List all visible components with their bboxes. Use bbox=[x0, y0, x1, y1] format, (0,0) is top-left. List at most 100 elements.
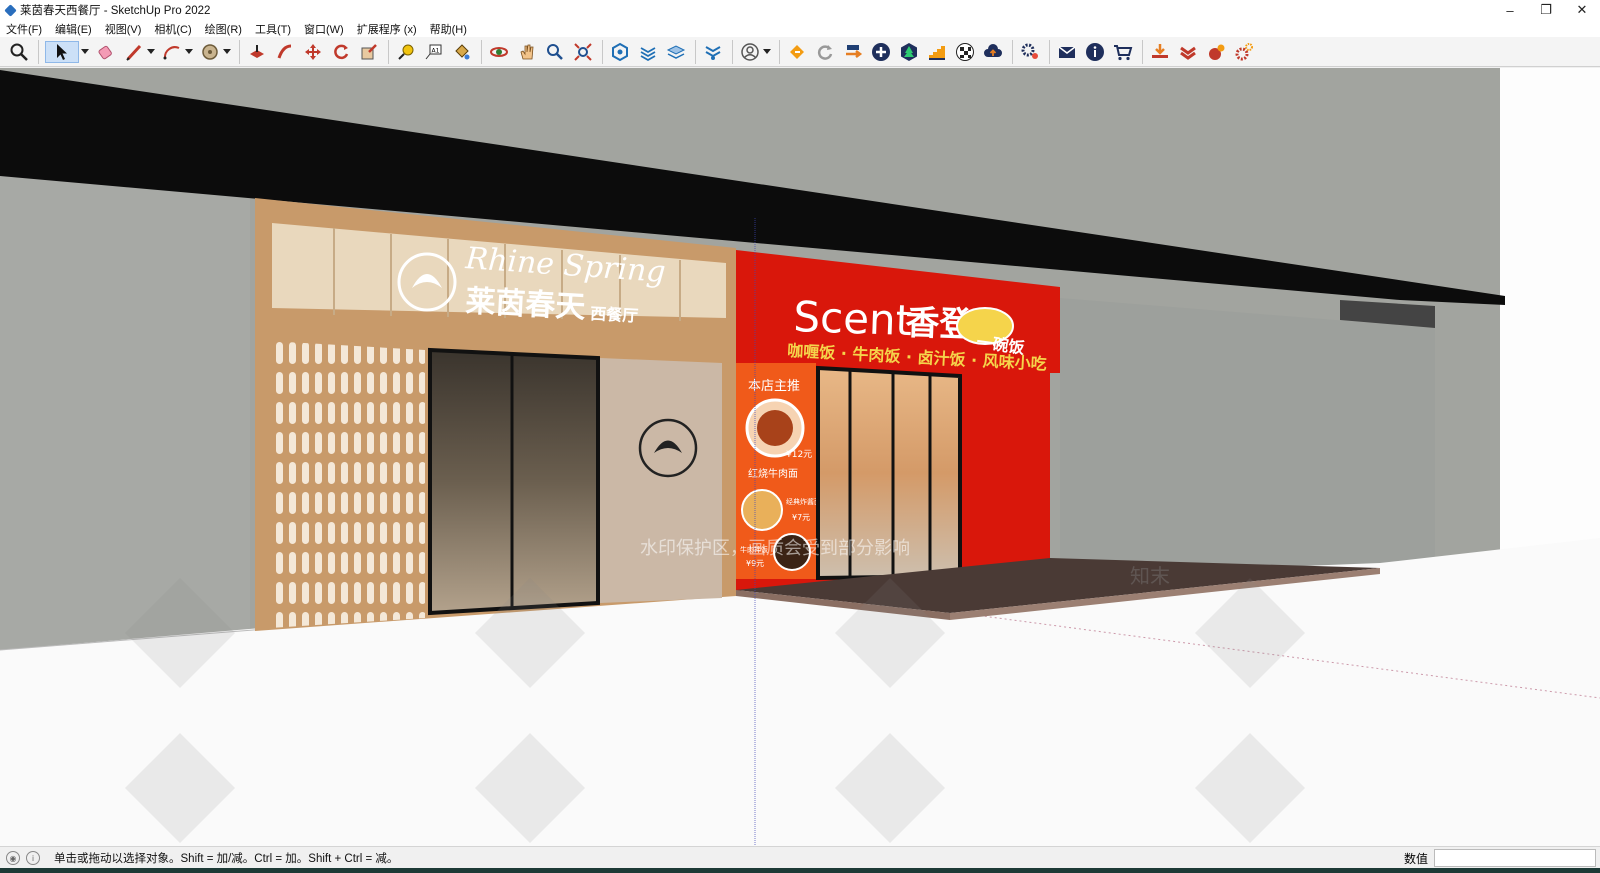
menu-tools[interactable]: 工具(T) bbox=[255, 21, 291, 37]
tape-measure-button[interactable] bbox=[395, 41, 417, 63]
poster-title: 本店主推 bbox=[748, 379, 800, 394]
warehouse-3d-button[interactable] bbox=[609, 41, 631, 63]
tape-measure-icon bbox=[398, 44, 414, 60]
plugin-render-button[interactable] bbox=[1205, 41, 1227, 63]
orbit-button[interactable] bbox=[488, 41, 510, 63]
poster-price-2: ¥7元 bbox=[792, 513, 810, 522]
status-bar: ◉ i 单击或拖动以选择对象。Shift = 加/减。Ctrl = 加。Shif… bbox=[0, 846, 1600, 869]
poster-price-1: ¥12元 bbox=[786, 450, 812, 460]
left-sign-name: 莱茵春天 bbox=[465, 284, 587, 325]
follow-me-button[interactable] bbox=[274, 41, 296, 63]
add-plugin-button[interactable] bbox=[870, 41, 892, 63]
measurements-input[interactable] bbox=[1434, 849, 1596, 867]
account-button[interactable] bbox=[739, 41, 761, 63]
os-taskbar-strip bbox=[0, 868, 1600, 873]
eraser-tool-button[interactable] bbox=[95, 41, 117, 63]
swap-arrows-icon bbox=[846, 44, 863, 58]
left-store-glass-door[interactable] bbox=[428, 347, 600, 616]
zoom-button[interactable] bbox=[544, 41, 566, 63]
measurements-box: 数值 bbox=[1404, 847, 1600, 869]
close-button[interactable]: ✕ bbox=[1564, 0, 1600, 20]
user-account-icon bbox=[741, 42, 759, 61]
zoom-extents-button[interactable] bbox=[8, 41, 30, 63]
measurements-label: 数值 bbox=[1403, 851, 1428, 866]
arc-tool-button[interactable] bbox=[161, 41, 183, 63]
plugin-stairs-button[interactable] bbox=[926, 41, 948, 63]
move-tool-button[interactable] bbox=[302, 41, 324, 63]
paint-bucket-button[interactable] bbox=[451, 41, 473, 63]
menu-window[interactable]: 窗口(W) bbox=[304, 21, 344, 37]
settings-button[interactable] bbox=[1019, 41, 1041, 63]
shopping-cart-icon bbox=[1114, 44, 1133, 60]
menu-edit[interactable]: 编辑(E) bbox=[55, 21, 92, 37]
plugin-tree-button[interactable] bbox=[898, 41, 920, 63]
import-button[interactable] bbox=[1149, 41, 1171, 63]
menu-extensions[interactable]: 扩展程序 (x) bbox=[357, 21, 417, 37]
left-store-lattice bbox=[270, 341, 425, 628]
model-viewport[interactable]: Rhine Spring 莱茵春天 西餐厅 本店主推 ¥12元 红烧牛肉面 经典… bbox=[0, 68, 1600, 846]
cloud-upload-button[interactable] bbox=[982, 41, 1004, 63]
render-teapot-icon bbox=[1209, 44, 1225, 60]
zoom-extents-tool-button[interactable] bbox=[572, 41, 594, 63]
eraser-icon bbox=[98, 45, 112, 59]
text-tool-button[interactable]: A1 bbox=[423, 41, 445, 63]
gears-icon bbox=[1021, 43, 1038, 59]
export-button[interactable] bbox=[1177, 41, 1199, 63]
credits-info-icon[interactable]: i bbox=[26, 851, 40, 865]
toolbar-separator bbox=[1012, 39, 1013, 64]
toolbar-separator bbox=[1049, 39, 1050, 64]
warehouse-icon bbox=[612, 42, 628, 61]
left-store-side-panel bbox=[600, 358, 722, 603]
plugin-tool-1-button[interactable] bbox=[786, 41, 808, 63]
plus-circle-icon bbox=[872, 42, 890, 61]
push-pull-button[interactable] bbox=[246, 41, 268, 63]
pan-button[interactable] bbox=[516, 41, 538, 63]
shape-dropdown[interactable] bbox=[223, 41, 231, 63]
extension-manager-button[interactable] bbox=[702, 41, 724, 63]
arc-dropdown[interactable] bbox=[185, 41, 193, 63]
info-button[interactable] bbox=[1084, 41, 1106, 63]
mail-button[interactable] bbox=[1056, 41, 1078, 63]
menu-view[interactable]: 视图(V) bbox=[105, 21, 142, 37]
plugin-checker-button[interactable] bbox=[954, 41, 976, 63]
shape-tool-button[interactable] bbox=[199, 41, 221, 63]
rotate-tool-button[interactable] bbox=[330, 41, 352, 63]
select-dropdown[interactable] bbox=[81, 41, 89, 63]
menu-help[interactable]: 帮助(H) bbox=[430, 21, 467, 37]
scale-tool-button[interactable] bbox=[358, 41, 380, 63]
hand-pan-icon bbox=[520, 44, 534, 59]
rotate-icon bbox=[334, 44, 349, 59]
pencil-icon bbox=[126, 44, 142, 61]
line-dropdown[interactable] bbox=[147, 41, 155, 63]
menu-bar: 文件(F) 编辑(E) 视图(V) 相机(C) 绘图(R) 工具(T) 窗口(W… bbox=[0, 20, 1600, 37]
toolbar-separator bbox=[732, 39, 733, 64]
zoom-icon bbox=[547, 43, 563, 60]
toolbar-separator bbox=[388, 39, 389, 64]
minimize-button[interactable]: – bbox=[1492, 0, 1528, 20]
scale-icon bbox=[361, 43, 377, 59]
select-tool-button[interactable] bbox=[45, 40, 79, 63]
refresh-button[interactable] bbox=[814, 41, 836, 63]
main-toolbar: A1 bbox=[0, 37, 1600, 67]
toolbar-separator bbox=[602, 39, 603, 64]
gear-orange-icon bbox=[1235, 42, 1253, 60]
account-dropdown[interactable] bbox=[763, 41, 771, 63]
menu-draw[interactable]: 绘图(R) bbox=[205, 21, 242, 37]
poster-dish-2 bbox=[741, 489, 783, 531]
line-tool-button[interactable] bbox=[123, 41, 145, 63]
menu-camera[interactable]: 相机(C) bbox=[154, 21, 191, 37]
arc-icon bbox=[163, 45, 180, 59]
watermark-logo-text: 知末 bbox=[1130, 564, 1170, 588]
extension-warehouse-button[interactable] bbox=[637, 41, 659, 63]
plugin-tool-2-button[interactable] bbox=[842, 41, 864, 63]
geo-location-icon[interactable]: ◉ bbox=[6, 851, 20, 865]
magnifier-icon bbox=[10, 43, 28, 61]
scene-canvas[interactable]: Rhine Spring 莱茵春天 西餐厅 本店主推 ¥12元 红烧牛肉面 经典… bbox=[0, 68, 1600, 846]
move-arrows-icon bbox=[305, 43, 321, 60]
cart-button[interactable] bbox=[1112, 41, 1134, 63]
layers-button[interactable] bbox=[665, 41, 687, 63]
plugin-settings-button[interactable] bbox=[1233, 41, 1255, 63]
maximize-button[interactable]: ❐ bbox=[1528, 0, 1564, 20]
text-label-icon: A1 bbox=[425, 44, 442, 59]
menu-file[interactable]: 文件(F) bbox=[6, 21, 42, 37]
